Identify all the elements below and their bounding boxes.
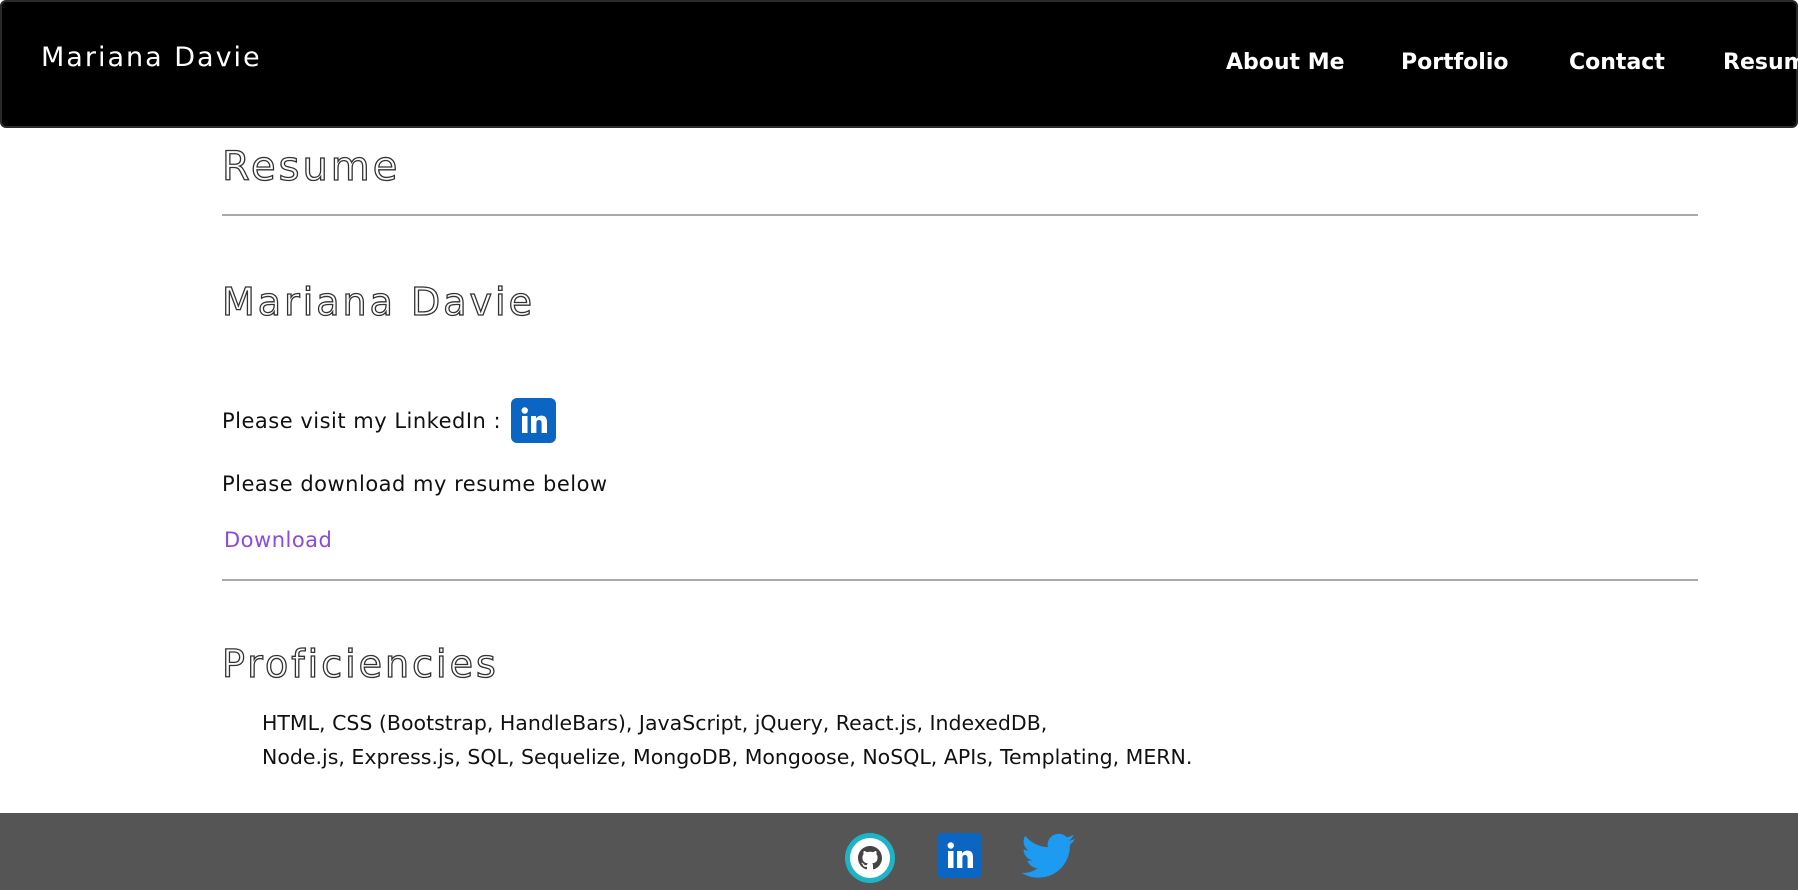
twitter-icon[interactable] <box>1022 833 1076 879</box>
proficiencies-list: HTML, CSS (Bootstrap, HandleBars), JavaS… <box>262 706 1362 774</box>
footer-social-icons <box>845 833 1076 883</box>
footer <box>0 813 1798 890</box>
download-prompt: Please download my resume below <box>222 472 608 496</box>
github-icon[interactable] <box>845 833 895 883</box>
divider <box>222 214 1698 216</box>
linkedin-glyph <box>521 406 547 433</box>
linkedin-icon[interactable] <box>937 833 982 878</box>
github-glyph <box>858 846 882 870</box>
download-link[interactable]: Download <box>224 528 332 552</box>
linkedin-line: Please visit my LinkedIn : <box>222 398 557 443</box>
linkedin-glyph <box>947 841 973 868</box>
nav-portfolio[interactable]: Portfolio <box>1401 50 1509 75</box>
nav-resume[interactable]: Resume <box>1723 50 1798 75</box>
linkedin-prompt: Please visit my LinkedIn : <box>222 408 502 433</box>
nav-contact[interactable]: Contact <box>1569 50 1665 75</box>
github-icon-inner <box>850 838 890 878</box>
navbar: Mariana Davie About Me Portfolio Contact… <box>0 0 1798 128</box>
proficiencies-line: Node.js, Express.js, SQL, Sequelize, Mon… <box>262 745 1193 769</box>
name-heading: Mariana Davie <box>221 279 535 324</box>
proficiencies-heading: Proficiencies <box>221 641 499 686</box>
twitter-glyph <box>1022 833 1076 878</box>
page-title: Resume <box>221 143 401 190</box>
linkedin-icon[interactable] <box>511 398 557 443</box>
brand-name[interactable]: Mariana Davie <box>41 42 262 73</box>
proficiencies-line: HTML, CSS (Bootstrap, HandleBars), JavaS… <box>262 711 1048 735</box>
nav-about-me[interactable]: About Me <box>1226 50 1345 75</box>
divider <box>222 579 1698 581</box>
